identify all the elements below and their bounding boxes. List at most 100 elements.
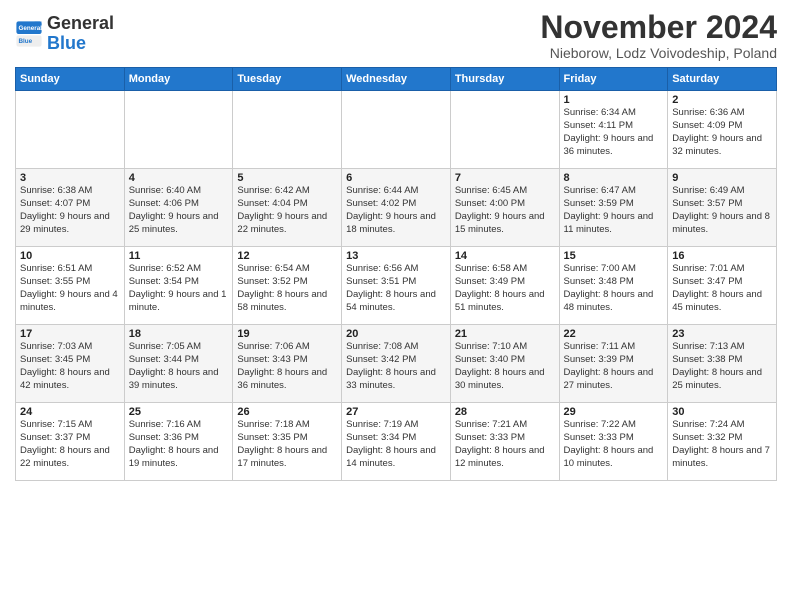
day-info: Sunrise: 6:56 AM Sunset: 3:51 PM Dayligh… <box>346 263 446 314</box>
day-number: 28 <box>455 406 555 418</box>
calendar-cell <box>450 91 559 169</box>
logo-general: General <box>47 13 114 33</box>
day-info: Sunrise: 7:05 AM Sunset: 3:44 PM Dayligh… <box>129 341 229 392</box>
calendar-cell: 6Sunrise: 6:44 AM Sunset: 4:02 PM Daylig… <box>342 169 451 247</box>
day-info: Sunrise: 7:11 AM Sunset: 3:39 PM Dayligh… <box>564 341 664 392</box>
calendar-cell: 24Sunrise: 7:15 AM Sunset: 3:37 PM Dayli… <box>16 403 125 481</box>
calendar-cell: 29Sunrise: 7:22 AM Sunset: 3:33 PM Dayli… <box>559 403 668 481</box>
calendar-cell: 19Sunrise: 7:06 AM Sunset: 3:43 PM Dayli… <box>233 325 342 403</box>
calendar-cell: 18Sunrise: 7:05 AM Sunset: 3:44 PM Dayli… <box>124 325 233 403</box>
day-number: 1 <box>564 94 664 106</box>
subtitle: Nieborow, Lodz Voivodeship, Poland <box>540 45 777 61</box>
calendar-cell: 11Sunrise: 6:52 AM Sunset: 3:54 PM Dayli… <box>124 247 233 325</box>
calendar-cell <box>124 91 233 169</box>
day-info: Sunrise: 7:18 AM Sunset: 3:35 PM Dayligh… <box>237 419 337 470</box>
day-number: 7 <box>455 172 555 184</box>
calendar-table: SundayMondayTuesdayWednesdayThursdayFrid… <box>15 67 777 481</box>
calendar-body: 1Sunrise: 6:34 AM Sunset: 4:11 PM Daylig… <box>16 91 777 481</box>
calendar-cell: 14Sunrise: 6:58 AM Sunset: 3:49 PM Dayli… <box>450 247 559 325</box>
day-info: Sunrise: 6:58 AM Sunset: 3:49 PM Dayligh… <box>455 263 555 314</box>
calendar-cell: 8Sunrise: 6:47 AM Sunset: 3:59 PM Daylig… <box>559 169 668 247</box>
logo-blue: Blue <box>47 33 86 53</box>
day-info: Sunrise: 6:34 AM Sunset: 4:11 PM Dayligh… <box>564 107 664 158</box>
logo-text: General Blue <box>47 14 114 54</box>
day-number: 10 <box>20 250 120 262</box>
day-number: 17 <box>20 328 120 340</box>
calendar-cell: 28Sunrise: 7:21 AM Sunset: 3:33 PM Dayli… <box>450 403 559 481</box>
day-info: Sunrise: 6:38 AM Sunset: 4:07 PM Dayligh… <box>20 185 120 236</box>
day-number: 3 <box>20 172 120 184</box>
calendar-cell: 20Sunrise: 7:08 AM Sunset: 3:42 PM Dayli… <box>342 325 451 403</box>
calendar-cell: 3Sunrise: 6:38 AM Sunset: 4:07 PM Daylig… <box>16 169 125 247</box>
day-number: 16 <box>672 250 772 262</box>
calendar-cell: 30Sunrise: 7:24 AM Sunset: 3:32 PM Dayli… <box>668 403 777 481</box>
logo: General Blue General Blue <box>15 14 114 54</box>
day-info: Sunrise: 7:19 AM Sunset: 3:34 PM Dayligh… <box>346 419 446 470</box>
col-header-wednesday: Wednesday <box>342 68 451 91</box>
day-info: Sunrise: 7:06 AM Sunset: 3:43 PM Dayligh… <box>237 341 337 392</box>
calendar-cell: 2Sunrise: 6:36 AM Sunset: 4:09 PM Daylig… <box>668 91 777 169</box>
calendar-cell: 13Sunrise: 6:56 AM Sunset: 3:51 PM Dayli… <box>342 247 451 325</box>
day-number: 19 <box>237 328 337 340</box>
day-number: 11 <box>129 250 229 262</box>
day-info: Sunrise: 7:10 AM Sunset: 3:40 PM Dayligh… <box>455 341 555 392</box>
header: General Blue General Blue November 2024 … <box>15 10 777 61</box>
day-info: Sunrise: 6:52 AM Sunset: 3:54 PM Dayligh… <box>129 263 229 314</box>
day-number: 13 <box>346 250 446 262</box>
calendar-cell <box>16 91 125 169</box>
day-number: 8 <box>564 172 664 184</box>
day-info: Sunrise: 6:42 AM Sunset: 4:04 PM Dayligh… <box>237 185 337 236</box>
day-info: Sunrise: 6:40 AM Sunset: 4:06 PM Dayligh… <box>129 185 229 236</box>
calendar-cell: 9Sunrise: 6:49 AM Sunset: 3:57 PM Daylig… <box>668 169 777 247</box>
day-number: 25 <box>129 406 229 418</box>
day-info: Sunrise: 7:24 AM Sunset: 3:32 PM Dayligh… <box>672 419 772 470</box>
day-number: 20 <box>346 328 446 340</box>
svg-text:General: General <box>19 25 43 32</box>
day-info: Sunrise: 6:51 AM Sunset: 3:55 PM Dayligh… <box>20 263 120 314</box>
col-header-thursday: Thursday <box>450 68 559 91</box>
day-number: 15 <box>564 250 664 262</box>
day-info: Sunrise: 6:47 AM Sunset: 3:59 PM Dayligh… <box>564 185 664 236</box>
col-header-sunday: Sunday <box>16 68 125 91</box>
calendar-cell: 21Sunrise: 7:10 AM Sunset: 3:40 PM Dayli… <box>450 325 559 403</box>
day-number: 18 <box>129 328 229 340</box>
day-info: Sunrise: 7:08 AM Sunset: 3:42 PM Dayligh… <box>346 341 446 392</box>
svg-text:Blue: Blue <box>19 38 33 45</box>
day-info: Sunrise: 6:54 AM Sunset: 3:52 PM Dayligh… <box>237 263 337 314</box>
page-container: General Blue General Blue November 2024 … <box>0 0 792 491</box>
calendar-cell: 27Sunrise: 7:19 AM Sunset: 3:34 PM Dayli… <box>342 403 451 481</box>
day-info: Sunrise: 6:49 AM Sunset: 3:57 PM Dayligh… <box>672 185 772 236</box>
month-title: November 2024 <box>540 10 777 45</box>
calendar-cell: 17Sunrise: 7:03 AM Sunset: 3:45 PM Dayli… <box>16 325 125 403</box>
day-number: 27 <box>346 406 446 418</box>
day-number: 4 <box>129 172 229 184</box>
col-header-saturday: Saturday <box>668 68 777 91</box>
calendar-cell: 7Sunrise: 6:45 AM Sunset: 4:00 PM Daylig… <box>450 169 559 247</box>
day-info: Sunrise: 6:45 AM Sunset: 4:00 PM Dayligh… <box>455 185 555 236</box>
day-info: Sunrise: 7:13 AM Sunset: 3:38 PM Dayligh… <box>672 341 772 392</box>
day-number: 2 <box>672 94 772 106</box>
day-info: Sunrise: 7:22 AM Sunset: 3:33 PM Dayligh… <box>564 419 664 470</box>
week-row-3: 10Sunrise: 6:51 AM Sunset: 3:55 PM Dayli… <box>16 247 777 325</box>
week-row-4: 17Sunrise: 7:03 AM Sunset: 3:45 PM Dayli… <box>16 325 777 403</box>
day-info: Sunrise: 7:03 AM Sunset: 3:45 PM Dayligh… <box>20 341 120 392</box>
day-info: Sunrise: 7:16 AM Sunset: 3:36 PM Dayligh… <box>129 419 229 470</box>
calendar-cell: 12Sunrise: 6:54 AM Sunset: 3:52 PM Dayli… <box>233 247 342 325</box>
day-number: 5 <box>237 172 337 184</box>
day-info: Sunrise: 6:36 AM Sunset: 4:09 PM Dayligh… <box>672 107 772 158</box>
day-number: 24 <box>20 406 120 418</box>
calendar-cell: 22Sunrise: 7:11 AM Sunset: 3:39 PM Dayli… <box>559 325 668 403</box>
calendar-cell: 4Sunrise: 6:40 AM Sunset: 4:06 PM Daylig… <box>124 169 233 247</box>
week-row-1: 1Sunrise: 6:34 AM Sunset: 4:11 PM Daylig… <box>16 91 777 169</box>
calendar-cell: 25Sunrise: 7:16 AM Sunset: 3:36 PM Dayli… <box>124 403 233 481</box>
day-number: 22 <box>564 328 664 340</box>
logo-icon: General Blue <box>15 20 43 48</box>
calendar-header: SundayMondayTuesdayWednesdayThursdayFrid… <box>16 68 777 91</box>
col-header-monday: Monday <box>124 68 233 91</box>
day-number: 12 <box>237 250 337 262</box>
calendar-cell: 26Sunrise: 7:18 AM Sunset: 3:35 PM Dayli… <box>233 403 342 481</box>
calendar-cell: 10Sunrise: 6:51 AM Sunset: 3:55 PM Dayli… <box>16 247 125 325</box>
header-row: SundayMondayTuesdayWednesdayThursdayFrid… <box>16 68 777 91</box>
day-number: 6 <box>346 172 446 184</box>
calendar-cell: 1Sunrise: 6:34 AM Sunset: 4:11 PM Daylig… <box>559 91 668 169</box>
